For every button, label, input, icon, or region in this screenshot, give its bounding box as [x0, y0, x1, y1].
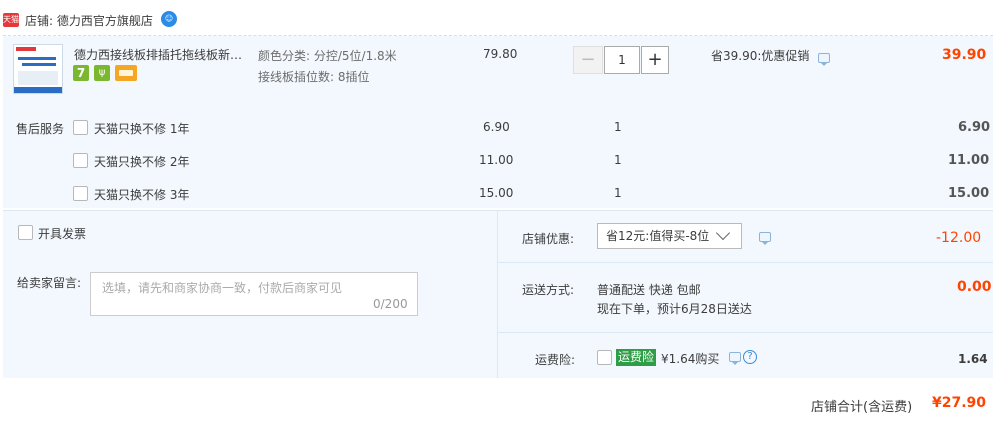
product-title-link[interactable]: 德力西接线板排插托拖线板新国标插座	[74, 46, 252, 63]
insurance-comment-icon[interactable]	[729, 352, 741, 365]
store-total-label: 店铺合计(含运费)	[811, 400, 913, 415]
message-label: 给卖家留言:	[17, 276, 82, 290]
guarantee-icon: ψ	[94, 65, 110, 81]
insurance-fee: 1.64	[958, 352, 988, 366]
tmall-icon: 天猫	[3, 13, 19, 27]
shipping-method: 普通配送 快递 包邮	[597, 283, 701, 297]
message-char-count: 0/200	[373, 297, 408, 311]
insurance-label: 运费险:	[535, 353, 576, 367]
promo-comment-icon[interactable]	[818, 53, 830, 66]
help-icon[interactable]: ?	[743, 350, 757, 364]
promotion-text: 省39.90:优惠促销	[711, 49, 810, 63]
after-sales-option-qty: 1	[614, 186, 622, 200]
insurance-badge: 运费险	[616, 349, 657, 366]
sku-slots: 接线板插位数: 8插位	[258, 70, 370, 84]
quantity-increase-button[interactable]: +	[641, 46, 669, 74]
after-sales-option-sum: 15.00	[948, 186, 990, 201]
after-sales-2yr-checkbox[interactable]	[73, 153, 88, 168]
invoice-label: 开具发票	[38, 227, 87, 241]
shop-name-link[interactable]: 店铺: 德力西官方旗舰店	[25, 12, 153, 29]
after-sales-option-sum: 6.90	[958, 120, 991, 135]
after-sales-option-qty: 1	[614, 153, 622, 167]
after-sales-3yr-checkbox[interactable]	[73, 186, 88, 201]
message-placeholder: 选填，请先和商家协商一致，付款后商家可见	[102, 281, 343, 295]
store-discount-amount: -12.00	[936, 230, 982, 246]
seven-day-return-icon: 7	[73, 65, 89, 81]
divider	[497, 210, 498, 378]
shipping-fee: 0.00	[957, 279, 992, 295]
invoice-checkbox[interactable]	[18, 225, 33, 240]
after-sales-option-price: 11.00	[479, 153, 514, 167]
after-sales-option-qty: 1	[614, 120, 622, 134]
divider	[498, 332, 993, 333]
after-sales-1yr-checkbox[interactable]	[73, 120, 88, 135]
insurance-price-text: ¥1.64购买	[661, 352, 720, 366]
shipping-eta: 现在下单，预计6月28日送达	[597, 302, 752, 316]
divider	[498, 262, 993, 263]
wangwang-chat-icon[interactable]: ☺	[161, 11, 177, 27]
insurance-checkbox[interactable]	[597, 350, 612, 365]
store-total-value: ¥27.90	[932, 395, 987, 411]
quantity-input[interactable]: 1	[604, 46, 640, 74]
quantity-decrease-button[interactable]: −	[573, 46, 603, 74]
item-subtotal: 39.90	[942, 47, 987, 63]
after-sales-option-label: 天猫只换不修 2年	[94, 155, 190, 169]
discount-comment-icon[interactable]	[759, 232, 771, 245]
unit-price: 79.80	[483, 47, 518, 61]
after-sales-option-price: 6.90	[483, 120, 510, 134]
sku-color: 颜色分类: 分控/5位/1.8米	[258, 49, 397, 63]
product-thumbnail[interactable]	[13, 44, 63, 94]
shipping-label: 运送方式:	[522, 283, 575, 297]
after-sales-option-price: 15.00	[479, 186, 514, 200]
after-sales-option-label: 天猫只换不修 1年	[94, 122, 190, 136]
credit-card-icon	[115, 65, 137, 81]
after-sales-label: 售后服务	[16, 122, 65, 136]
after-sales-option-sum: 11.00	[948, 153, 990, 168]
store-discount-label: 店铺优惠:	[522, 232, 575, 246]
after-sales-option-label: 天猫只换不修 3年	[94, 188, 190, 202]
